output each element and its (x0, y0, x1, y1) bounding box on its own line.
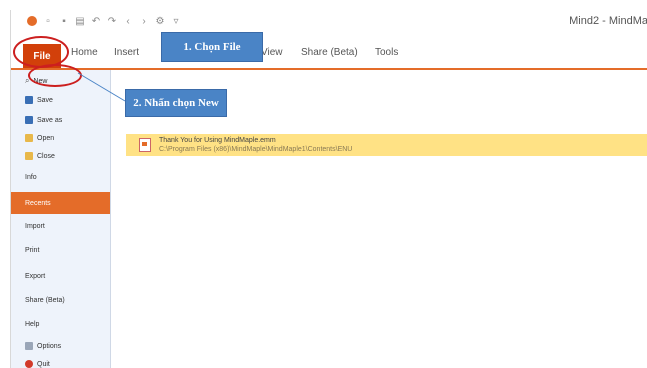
recent-file-path: C:\Program Files (x86)\MindMaple\MindMap… (159, 146, 353, 153)
recent-file-text: Thank You for Using MindMaple.emm C:\Pro… (159, 136, 352, 154)
step2-callout: 2. Nhấn chọn New (125, 89, 227, 117)
recent-file-name: Thank You for Using MindMaple.emm (159, 137, 276, 144)
app-window: ▫ ▪ ▤ ↶ ↷ ‹ › ⚙ ▿ Mind2 - MindMa File Ho… (10, 10, 647, 368)
callout-connector (77, 72, 126, 102)
recent-file-row[interactable]: Thank You for Using MindMaple.emm C:\Pro… (126, 134, 647, 156)
document-icon (139, 138, 151, 152)
